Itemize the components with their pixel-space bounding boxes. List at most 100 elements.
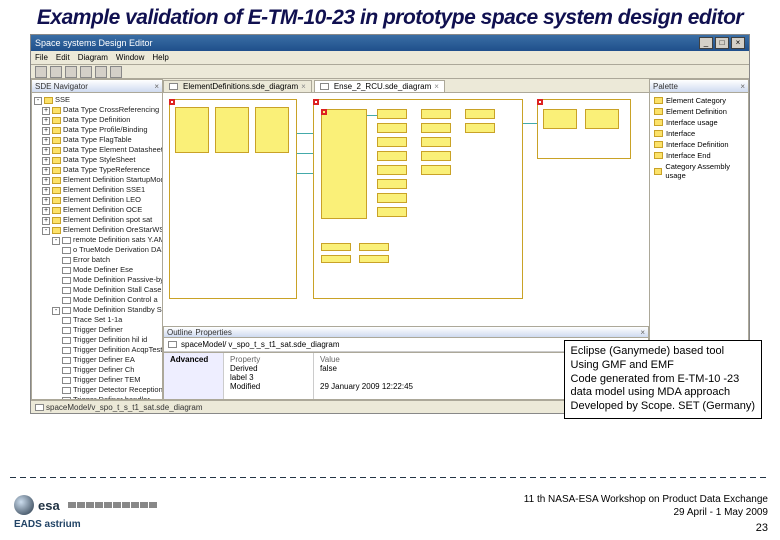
- diagram-block[interactable]: [377, 151, 407, 161]
- diagram-block[interactable]: [377, 179, 407, 189]
- tab-close-icon[interactable]: ×: [301, 82, 306, 91]
- menu-window[interactable]: Window: [116, 53, 144, 62]
- tree-item[interactable]: Trigger Definer: [73, 325, 123, 334]
- diagram-block[interactable]: [421, 109, 451, 119]
- tree-item[interactable]: Error batch: [73, 255, 110, 264]
- tree-item[interactable]: Trigger Detector Reception: [73, 385, 162, 394]
- palette-item[interactable]: Interface: [652, 128, 746, 139]
- diagram-block[interactable]: [585, 109, 619, 129]
- toolbar-button[interactable]: [80, 66, 92, 78]
- diagram-block[interactable]: [255, 107, 289, 153]
- palette-item[interactable]: Category Assembly usage: [652, 161, 746, 181]
- tree-item[interactable]: Element Definition StartupMode: [63, 175, 162, 184]
- panel-close-icon[interactable]: ×: [640, 328, 645, 337]
- palette-item[interactable]: Element Category: [652, 95, 746, 106]
- palette-item[interactable]: Interface End: [652, 150, 746, 161]
- diagram-block[interactable]: [543, 109, 577, 129]
- palette-icon: [654, 141, 663, 148]
- tree-item[interactable]: Data Type Profile/Binding: [63, 125, 148, 134]
- toolbar-button[interactable]: [50, 66, 62, 78]
- diagram-block[interactable]: [321, 243, 351, 251]
- tree-root[interactable]: SSE: [55, 95, 70, 104]
- properties-section[interactable]: Advanced: [170, 355, 208, 364]
- tree-item[interactable]: Element Definition OCE: [63, 205, 142, 214]
- tree-item[interactable]: Data Type CrossReferencing: [63, 105, 159, 114]
- menu-edit[interactable]: Edit: [56, 53, 70, 62]
- tree-item[interactable]: Mode Definer Ese: [73, 265, 133, 274]
- tree-item[interactable]: Trigger Definition AcqpTest: [73, 345, 162, 354]
- diagram-block[interactable]: [377, 123, 407, 133]
- diagram-block[interactable]: [175, 107, 209, 153]
- tree-item[interactable]: Data Type FlagTable: [63, 135, 132, 144]
- tree-item[interactable]: Data Type Definition: [63, 115, 130, 124]
- diagram-block[interactable]: [377, 137, 407, 147]
- tree-item[interactable]: Data Type StyleSheet: [63, 155, 135, 164]
- menu-help[interactable]: Help: [152, 53, 168, 62]
- tree-item[interactable]: Element Definition spot sat: [63, 215, 152, 224]
- minimize-button[interactable]: _: [699, 37, 713, 49]
- palette-item[interactable]: Interface usage: [652, 117, 746, 128]
- diagram-block[interactable]: [421, 151, 451, 161]
- caption-box: Eclipse (Ganymede) based tool Using GMF …: [564, 340, 762, 419]
- tree-item[interactable]: Mode Definition Control a: [73, 295, 158, 304]
- tree-item[interactable]: Element Definition LEO: [63, 195, 141, 204]
- tab-close-icon[interactable]: ×: [434, 82, 439, 91]
- diagram-block[interactable]: [377, 165, 407, 175]
- tree-item[interactable]: Trigger Definition hil id: [73, 335, 147, 344]
- tree-item[interactable]: Trigger Definer TEM: [73, 375, 141, 384]
- diagram-block[interactable]: [377, 193, 407, 203]
- tree-item[interactable]: Trigger Definer handler: [73, 395, 150, 399]
- tree-item[interactable]: Mode Definition Standby Set: [73, 305, 162, 314]
- diagram-block[interactable]: [377, 207, 407, 217]
- diagram-block[interactable]: [465, 123, 495, 133]
- diagram-block[interactable]: [421, 165, 451, 175]
- navigator-header: SDE Navigator ×: [32, 80, 162, 93]
- panel-close-icon[interactable]: ×: [154, 82, 159, 91]
- tree-item[interactable]: o TrueMode Derivation DA>YCMC: [73, 245, 162, 254]
- footer: 11 th NASA-ESA Workshop on Product Data …: [0, 492, 780, 534]
- palette-icon: [654, 168, 662, 175]
- toolbar-button[interactable]: [110, 66, 122, 78]
- tree-item[interactable]: remote Definition sats Y.AMSat.Co: [73, 235, 162, 244]
- diagram-container[interactable]: [537, 99, 631, 159]
- outline-header: Outline Properties ×: [164, 327, 648, 338]
- tree-item[interactable]: Element Definition OreStarWS-I: [63, 225, 162, 234]
- tree-item[interactable]: Trace Set 1-1a: [73, 315, 122, 324]
- tree-item[interactable]: Trigger Definer EA: [73, 355, 135, 364]
- maximize-button[interactable]: □: [715, 37, 729, 49]
- tree-item[interactable]: Element Definition SSE1: [63, 185, 145, 194]
- navigator-tree[interactable]: -SSE +Data Type CrossReferencing +Data T…: [32, 93, 162, 399]
- diagram-block[interactable]: [377, 109, 407, 119]
- menu-diagram[interactable]: Diagram: [78, 53, 108, 62]
- tree-item[interactable]: Mode Definition Passive-by: [73, 275, 162, 284]
- tree-item[interactable]: Trigger Definer Ch: [73, 365, 134, 374]
- editor-tab-active[interactable]: Ense_2_RCU.sde_diagram×: [314, 80, 445, 92]
- palette-item[interactable]: Element Definition: [652, 106, 746, 117]
- diagram-block[interactable]: [359, 255, 389, 263]
- diagram-block[interactable]: [421, 123, 451, 133]
- diagram-block[interactable]: [321, 109, 367, 219]
- panel-close-icon[interactable]: ×: [740, 82, 745, 91]
- properties-tab[interactable]: Properties: [195, 328, 231, 337]
- diagram-block[interactable]: [465, 109, 495, 119]
- diagram-block[interactable]: [359, 243, 389, 251]
- toolbar-button[interactable]: [95, 66, 107, 78]
- menu-file[interactable]: File: [35, 53, 48, 62]
- toolbar-button[interactable]: [65, 66, 77, 78]
- tree-item[interactable]: Mode Definition Stall Case: [73, 285, 161, 294]
- palette-item[interactable]: Interface Definition: [652, 139, 746, 150]
- editor-tab[interactable]: ElementDefinitions.sde_diagram×: [163, 80, 312, 92]
- outline-tab[interactable]: Outline: [167, 328, 192, 337]
- diagram-block[interactable]: [321, 255, 351, 263]
- diagram-block[interactable]: [215, 107, 249, 153]
- tree-item[interactable]: Data Type Element Datasheet: [63, 145, 162, 154]
- file-icon: [35, 404, 44, 411]
- validation-marker-icon: [537, 99, 543, 105]
- diagram-wire: [523, 123, 537, 124]
- toolbar-button[interactable]: [35, 66, 47, 78]
- tree-item[interactable]: Data Type TypeReference: [63, 165, 150, 174]
- diagram-block[interactable]: [421, 137, 451, 147]
- close-button[interactable]: ×: [731, 37, 745, 49]
- palette-title: Palette: [653, 82, 678, 91]
- diagram-canvas[interactable]: [163, 93, 649, 326]
